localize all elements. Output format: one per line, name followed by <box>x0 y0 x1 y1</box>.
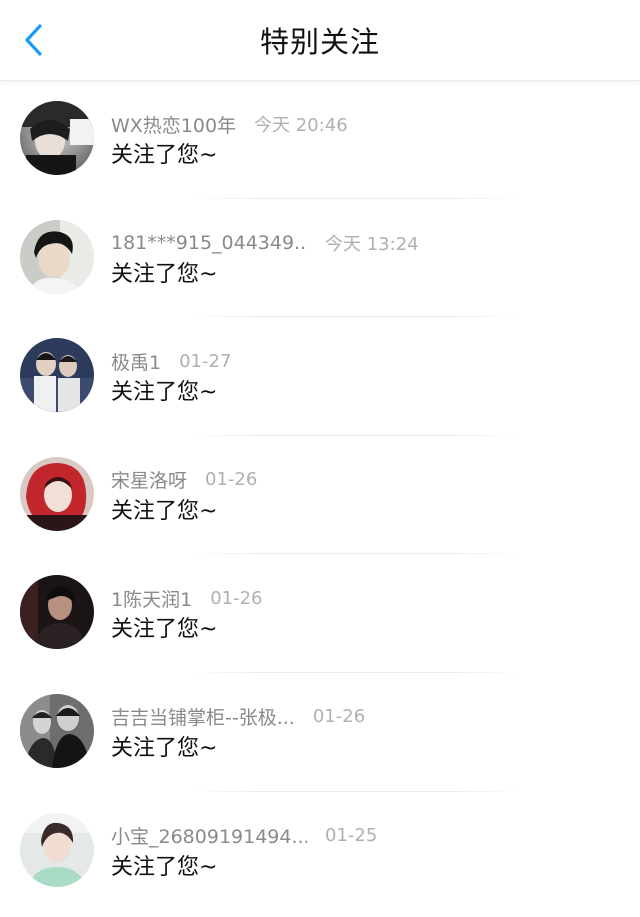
timestamp: 01-27 <box>179 350 232 372</box>
avatar[interactable] <box>20 101 94 175</box>
timestamp: 今天 13:24 <box>325 233 419 255</box>
message-text: 关注了您~ <box>111 854 218 880</box>
avatar[interactable] <box>20 693 94 768</box>
username[interactable]: 极禹1 <box>111 348 161 375</box>
username[interactable]: 1陈天润1 <box>111 585 192 612</box>
username[interactable]: 吉吉当铺掌柜--张极... <box>111 703 295 730</box>
follow-notification-list: WX热恋100年 今天 20:46 关注了您~ 181***915_044349… <box>0 80 640 910</box>
message-text: 关注了您~ <box>111 617 218 643</box>
username[interactable]: 小宝_26809191494... <box>111 822 307 849</box>
avatar[interactable] <box>20 812 94 887</box>
timestamp: 01-25 <box>325 825 378 847</box>
username[interactable]: 宋星洛呀 <box>111 466 187 493</box>
list-item[interactable]: 吉吉当铺掌柜--张极... 01-26 关注了您~ <box>0 673 640 792</box>
list-item[interactable]: 极禹1 01-27 关注了您~ <box>0 317 640 436</box>
top-bar: 特别关注 <box>0 0 640 81</box>
timestamp: 今天 20:46 <box>254 115 348 136</box>
list-item[interactable]: 小宝_26809191494... 01-25 关注了您~ <box>0 792 640 911</box>
page-title: 特别关注 <box>259 25 380 59</box>
message-text: 关注了您~ <box>111 261 218 287</box>
avatar[interactable] <box>20 219 94 294</box>
timestamp: 01-26 <box>205 469 258 491</box>
avatar[interactable] <box>20 575 94 650</box>
message-text: 关注了您~ <box>111 380 218 406</box>
message-text: 关注了您~ <box>111 498 218 524</box>
message-text: 关注了您~ <box>111 735 218 761</box>
timestamp: 01-26 <box>312 706 366 728</box>
message-text: 关注了您~ <box>111 143 218 168</box>
list-item[interactable]: 181***915_044349... 今天 13:24 关注了您~ <box>0 199 640 318</box>
list-item[interactable]: WX热恋100年 今天 20:46 关注了您~ <box>0 80 640 199</box>
avatar[interactable] <box>20 338 94 413</box>
username[interactable]: WX热恋100年 <box>111 111 236 138</box>
username[interactable]: 181***915_044349... <box>111 232 307 254</box>
timestamp: 01-26 <box>210 587 263 609</box>
list-item[interactable]: 宋星洛呀 01-26 关注了您~ <box>0 436 640 555</box>
list-item[interactable]: 1陈天润1 01-26 关注了您~ <box>0 554 640 673</box>
avatar[interactable] <box>20 456 94 531</box>
